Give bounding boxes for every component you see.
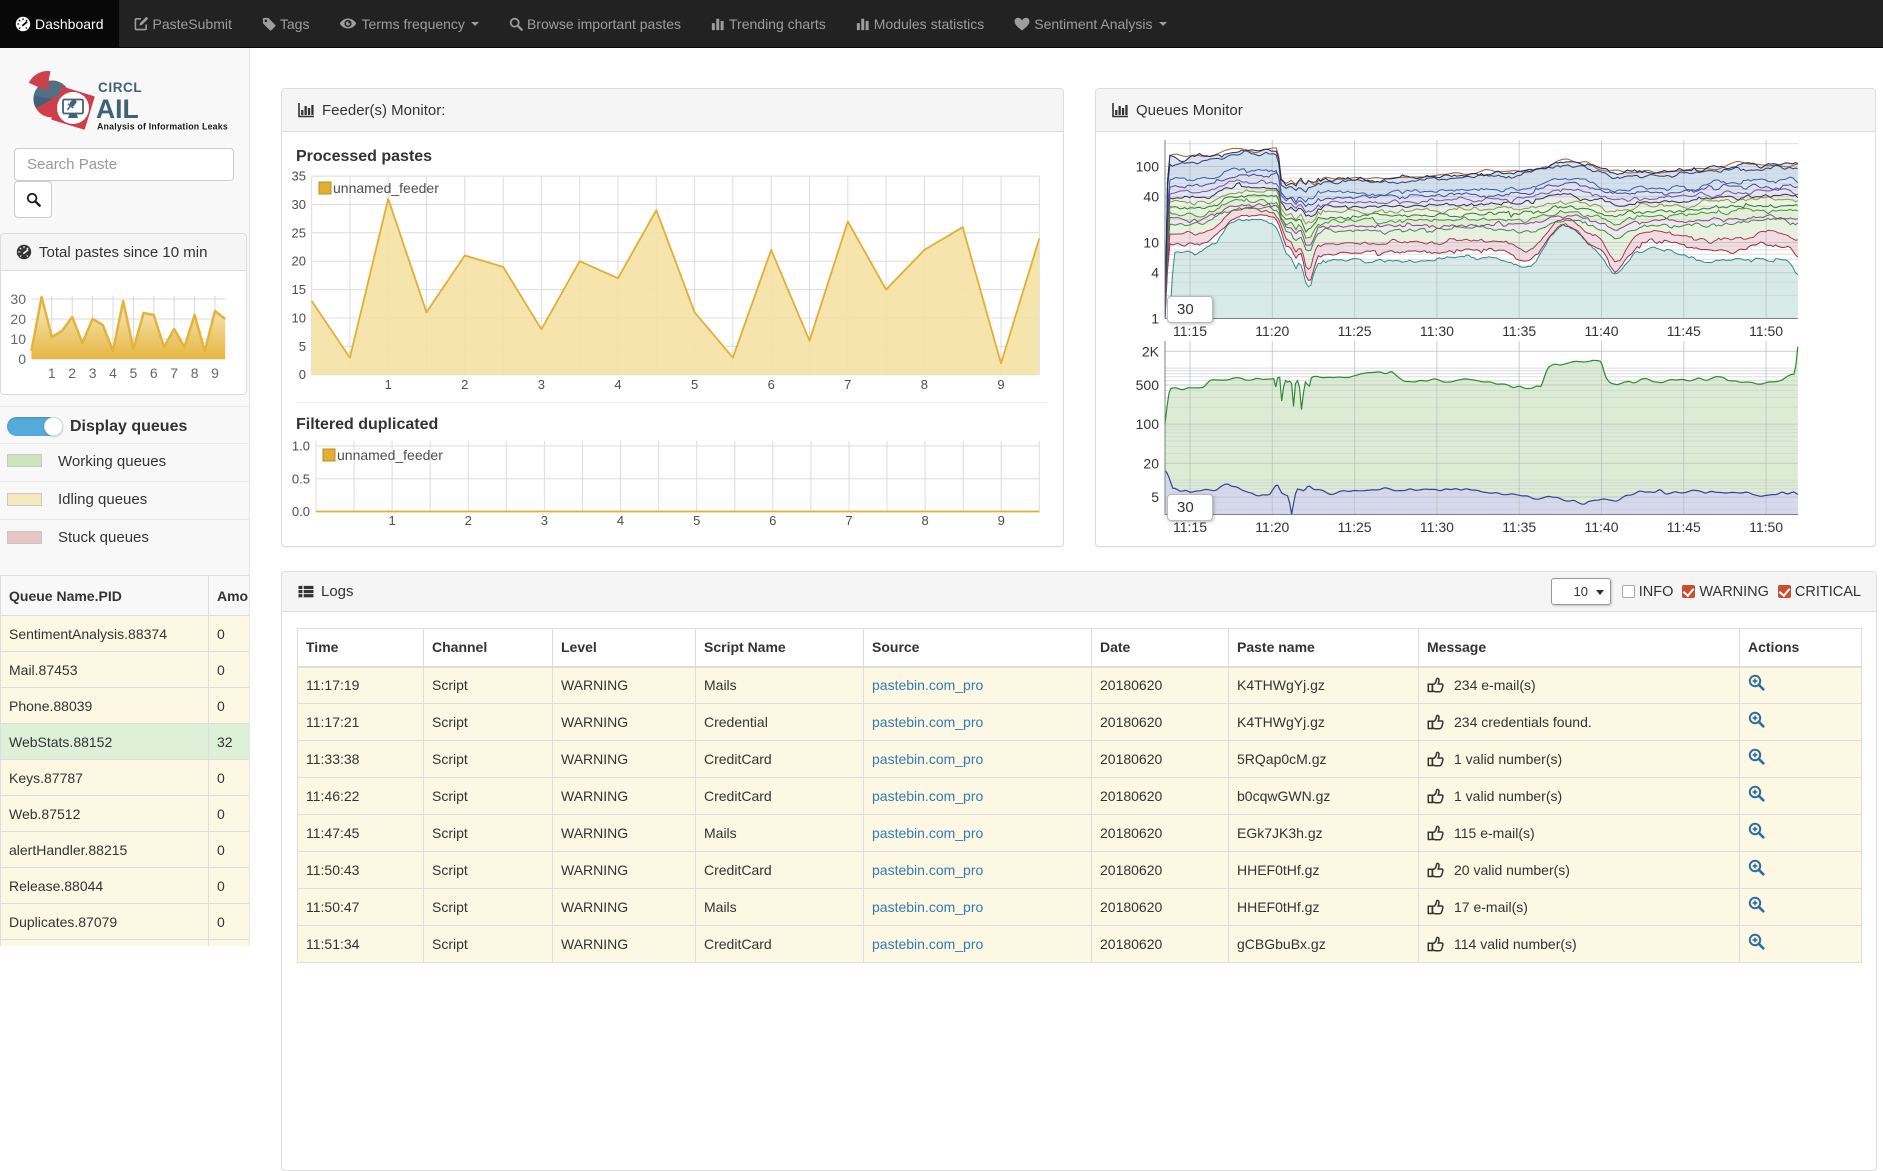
svg-text:6: 6	[150, 365, 158, 381]
svg-text:20: 20	[10, 311, 26, 327]
svg-text:10: 10	[10, 331, 26, 347]
svg-text:3: 3	[89, 365, 97, 381]
svg-text:8: 8	[191, 365, 199, 381]
svg-text:9: 9	[211, 365, 219, 381]
svg-text:0: 0	[18, 351, 26, 367]
svg-text:7: 7	[170, 365, 178, 381]
svg-text:4: 4	[109, 365, 117, 381]
svg-text:30: 30	[10, 291, 26, 307]
svg-text:5: 5	[130, 365, 138, 381]
svg-text:2: 2	[68, 365, 76, 381]
svg-text:1: 1	[48, 365, 56, 381]
